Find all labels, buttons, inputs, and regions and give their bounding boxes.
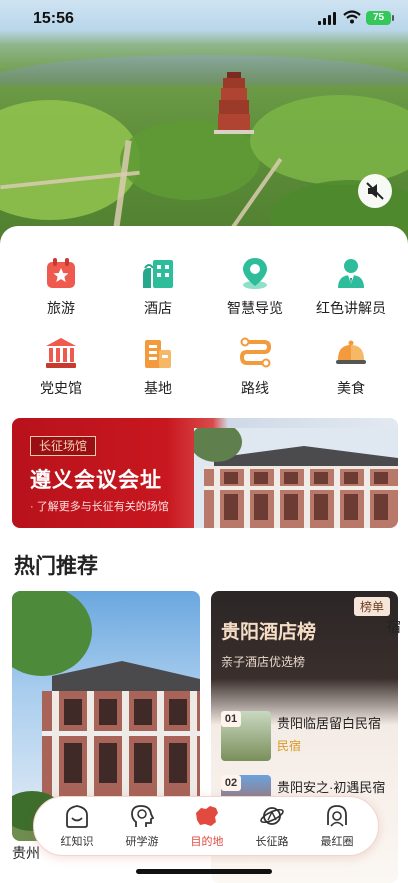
ranking-badge: 榜单 bbox=[353, 597, 390, 616]
venue-building-image bbox=[194, 428, 398, 528]
tab-study-tour[interactable]: 研学游 bbox=[112, 803, 172, 849]
recommend-left-caption: 贵州 bbox=[12, 845, 40, 861]
rank-number: 02 bbox=[221, 775, 241, 791]
ranking-title: 贵阳酒店榜 bbox=[221, 621, 317, 643]
home-outline-icon bbox=[66, 805, 88, 828]
category-label: 基地 bbox=[144, 380, 172, 396]
section-title: 热门推荐 bbox=[14, 555, 98, 578]
tab-label: 最红圈 bbox=[320, 836, 354, 848]
category-travel[interactable]: 旅游 bbox=[10, 256, 112, 318]
category-label: 美食 bbox=[337, 380, 365, 396]
ranking-item[interactable]: 01 贵阳临居留白民宿 民宿 bbox=[221, 711, 391, 767]
home-indicator bbox=[136, 869, 272, 874]
category-museum[interactable]: 党史馆 bbox=[10, 336, 112, 398]
category-red-guide[interactable]: 红色讲解员 bbox=[300, 256, 402, 318]
category-food[interactable]: 美食 bbox=[300, 336, 402, 398]
tab-long-march[interactable]: 长征路 bbox=[242, 803, 302, 849]
location-pin-icon bbox=[243, 258, 267, 289]
china-map-icon bbox=[196, 806, 218, 826]
venue-banner[interactable]: 长征场馆 遵义会议会址 · 了解更多与长征有关的场馆 bbox=[12, 418, 398, 528]
status-time: 15:56 bbox=[33, 10, 74, 27]
people-circle-icon bbox=[327, 805, 347, 827]
banner-title: 遵义会议会址 bbox=[30, 467, 162, 492]
hotel-type: 民宿 bbox=[277, 739, 302, 753]
banner-subtitle: · 了解更多与长征有关的场馆 bbox=[30, 501, 169, 513]
content-card: 旅游 酒店 智慧导览 红色讲解员 党史馆 基地 路线 美食 长征场馆 遵义会议会… bbox=[0, 226, 408, 883]
tab-red-knowledge[interactable]: 红知识 bbox=[47, 803, 107, 849]
category-label: 路线 bbox=[241, 380, 269, 396]
planet-route-icon bbox=[260, 807, 284, 825]
tab-label: 红知识 bbox=[60, 836, 94, 848]
calendar-star-icon bbox=[47, 258, 75, 288]
category-base[interactable]: 基地 bbox=[107, 336, 209, 398]
guide-person-icon bbox=[338, 259, 364, 288]
category-label: 智慧导览 bbox=[227, 300, 283, 316]
banner-tag: 长征场馆 bbox=[30, 436, 97, 456]
tab-label: 长征路 bbox=[255, 836, 289, 848]
museum-icon bbox=[46, 338, 76, 368]
status-bar: 15:56 75 bbox=[0, 0, 408, 40]
wifi-icon bbox=[343, 10, 361, 24]
battery-icon: 75 bbox=[366, 11, 394, 25]
food-cloche-icon bbox=[336, 340, 366, 364]
category-label: 酒店 bbox=[144, 300, 172, 316]
hotel-name: 贵阳临居留白民宿 bbox=[277, 716, 382, 731]
category-route[interactable]: 路线 bbox=[204, 336, 306, 398]
speaker-mute-icon bbox=[366, 182, 384, 200]
rank-number: 01 bbox=[221, 711, 241, 727]
category-smart-guide[interactable]: 智慧导览 bbox=[204, 256, 306, 318]
route-icon bbox=[239, 337, 272, 368]
recommend-right-caption: 宿 bbox=[387, 619, 401, 635]
category-label: 红色讲解员 bbox=[316, 300, 386, 316]
category-label: 旅游 bbox=[47, 300, 75, 316]
mute-button[interactable] bbox=[358, 174, 392, 208]
bottom-tab-bar: 红知识 研学游 目的地 长征路 最红圈 bbox=[33, 796, 379, 856]
category-hotel[interactable]: 酒店 bbox=[107, 256, 209, 318]
hotel-name: 贵阳安之·初遇民宿 bbox=[277, 780, 386, 795]
tab-label: 研学游 bbox=[125, 836, 159, 848]
tab-label: 目的地 bbox=[190, 836, 224, 848]
signal-icon bbox=[318, 12, 338, 25]
category-label: 党史馆 bbox=[40, 380, 82, 396]
building-icon bbox=[145, 340, 171, 368]
ranking-subtitle: 亲子酒店优选榜 bbox=[221, 655, 306, 669]
tab-hot-circle[interactable]: 最红圈 bbox=[307, 803, 367, 849]
tab-destination[interactable]: 目的地 bbox=[177, 803, 237, 849]
hotel-icon bbox=[143, 260, 173, 288]
brain-study-icon bbox=[131, 805, 155, 827]
pagoda bbox=[214, 72, 254, 134]
